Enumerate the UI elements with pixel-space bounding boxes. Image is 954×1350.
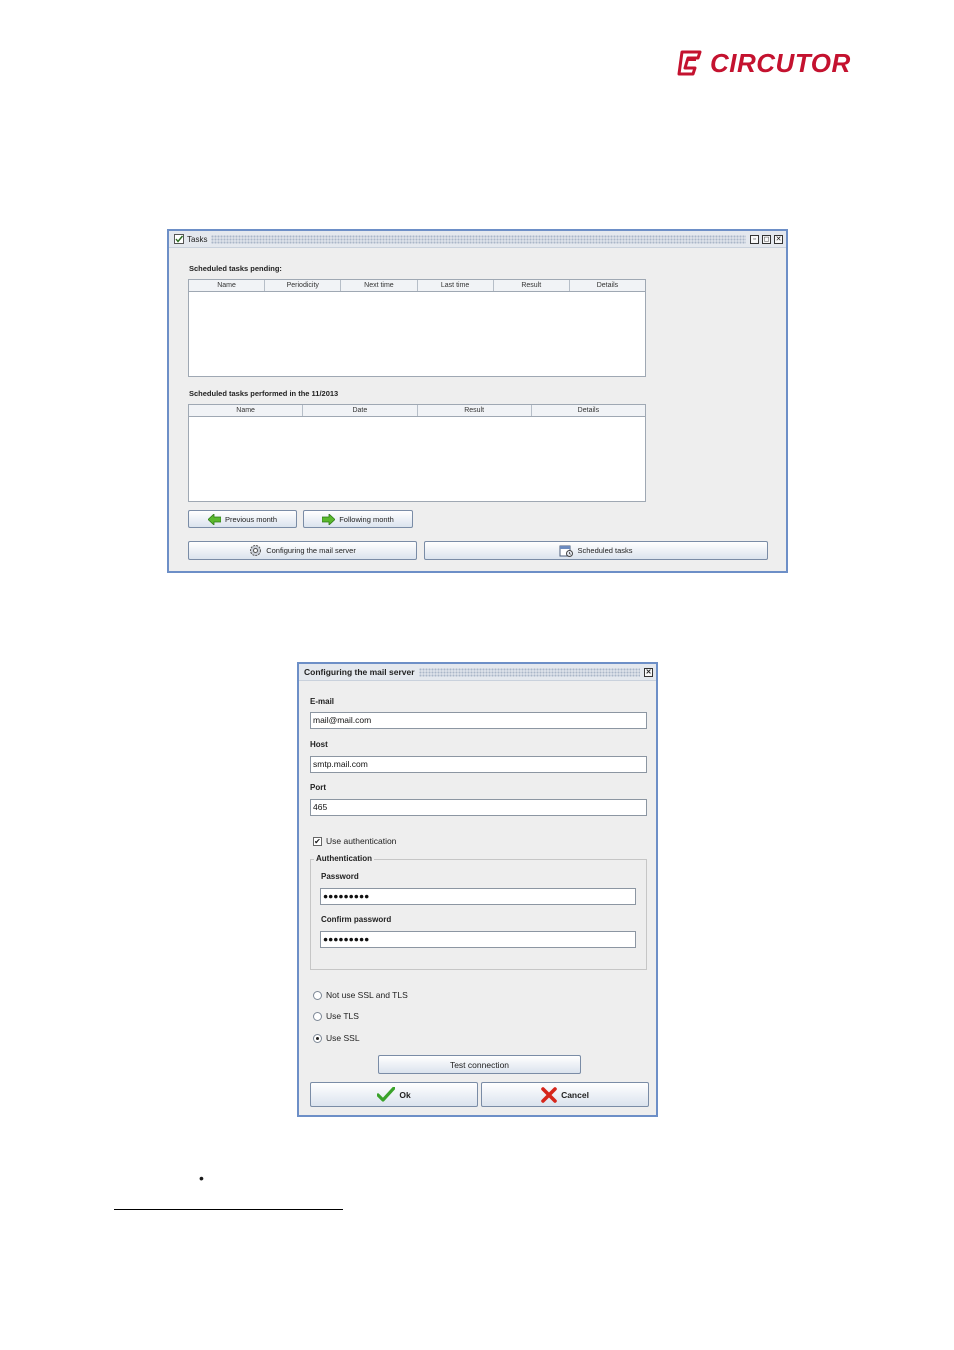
column-header[interactable]: Result bbox=[418, 405, 532, 416]
arrow-left-icon bbox=[207, 513, 221, 525]
cancel-button[interactable]: Cancel bbox=[481, 1082, 649, 1107]
previous-month-button[interactable]: Previous month bbox=[188, 510, 297, 528]
ok-button[interactable]: Ok bbox=[310, 1082, 478, 1107]
test-connection-label: Test connection bbox=[449, 1059, 510, 1070]
column-header[interactable]: Periodicity bbox=[265, 280, 342, 291]
pending-table[interactable]: Name Periodicity Next time Last time Res… bbox=[188, 279, 646, 377]
confirm-password-field[interactable]: ●●●●●●●●● bbox=[320, 931, 636, 948]
titlebar-texture bbox=[211, 234, 746, 244]
column-header[interactable]: Details bbox=[532, 405, 645, 416]
circutor-logo-icon bbox=[677, 50, 702, 76]
email-field[interactable]: mail@mail.com bbox=[310, 712, 647, 729]
use-authentication-checkbox[interactable]: ✔ bbox=[313, 837, 322, 846]
host-field[interactable]: smtp.mail.com bbox=[310, 756, 647, 773]
maximize-icon[interactable]: ◻ bbox=[762, 234, 771, 244]
titlebar-texture bbox=[418, 667, 640, 677]
radio-use-ssl[interactable] bbox=[313, 1034, 322, 1043]
column-header[interactable]: Date bbox=[303, 405, 418, 416]
radio-no-ssl-tls[interactable] bbox=[313, 991, 322, 1000]
tasks-titlebar[interactable]: Tasks ▫ ◻ ✕ bbox=[169, 231, 786, 248]
arrow-right-icon bbox=[322, 513, 336, 525]
close-icon[interactable]: ✕ bbox=[644, 667, 653, 677]
cancel-label: Cancel bbox=[561, 1089, 589, 1100]
column-header[interactable]: Details bbox=[570, 280, 645, 291]
port-label: Port bbox=[310, 783, 326, 792]
performed-table[interactable]: Name Date Result Details bbox=[188, 404, 646, 502]
brand-name: CIRCUTOR bbox=[710, 47, 851, 78]
mail-dialog-title: Configuring the mail server bbox=[304, 667, 415, 677]
host-label: Host bbox=[310, 740, 328, 749]
configure-mail-server-button[interactable]: Configuring the mail server bbox=[188, 541, 417, 560]
minimize-icon[interactable]: ▫ bbox=[750, 234, 759, 244]
tasks-title: Tasks bbox=[187, 234, 208, 244]
confirm-password-label: Confirm password bbox=[321, 915, 392, 924]
circutor-logo: CIRCUTOR bbox=[676, 47, 851, 79]
use-tls-label[interactable]: Use TLS bbox=[326, 1011, 359, 1021]
pending-table-header: Name Periodicity Next time Last time Res… bbox=[189, 280, 645, 292]
checkmark-icon bbox=[377, 1087, 396, 1102]
authentication-group-title: Authentication bbox=[314, 854, 374, 863]
password-field[interactable]: ●●●●●●●●● bbox=[320, 888, 636, 905]
password-label: Password bbox=[321, 872, 359, 881]
configure-mail-label: Configuring the mail server bbox=[266, 546, 356, 555]
port-field[interactable]: 465 bbox=[310, 799, 647, 816]
column-header[interactable]: Next time bbox=[341, 280, 418, 291]
gear-icon bbox=[250, 545, 262, 556]
close-icon[interactable]: ✕ bbox=[774, 234, 783, 244]
email-label: E-mail bbox=[310, 697, 335, 706]
column-header[interactable]: Result bbox=[494, 280, 570, 291]
column-header[interactable]: Name bbox=[189, 280, 266, 291]
pending-label: Scheduled tasks pending: bbox=[189, 264, 282, 273]
no-ssl-tls-label[interactable]: Not use SSL and TLS bbox=[326, 990, 408, 1000]
use-authentication-label[interactable]: Use authentication bbox=[326, 836, 396, 846]
mail-titlebar[interactable]: Configuring the mail server ✕ bbox=[299, 664, 656, 681]
bullet-point: • bbox=[199, 1170, 204, 1186]
radio-use-tls[interactable] bbox=[313, 1012, 322, 1021]
following-month-button[interactable]: Following month bbox=[303, 510, 413, 528]
scheduled-tasks-label: Scheduled tasks bbox=[577, 546, 633, 555]
scheduled-tasks-button[interactable]: Scheduled tasks bbox=[424, 541, 768, 560]
footnote-rule bbox=[114, 1209, 343, 1210]
column-header[interactable]: Name bbox=[189, 405, 304, 416]
performed-table-header: Name Date Result Details bbox=[189, 405, 645, 417]
mail-server-dialog: Configuring the mail server ✕ E-mail mai… bbox=[297, 662, 658, 1117]
checkbox-icon bbox=[173, 234, 184, 245]
use-ssl-label[interactable]: Use SSL bbox=[326, 1033, 360, 1043]
ok-label: Ok bbox=[399, 1089, 411, 1100]
previous-month-label: Previous month bbox=[224, 514, 278, 524]
tasks-window: Tasks ▫ ◻ ✕ Scheduled tasks pending: Nam… bbox=[167, 229, 788, 573]
test-connection-button[interactable]: Test connection bbox=[378, 1055, 581, 1074]
x-icon bbox=[541, 1086, 557, 1103]
calendar-icon bbox=[559, 545, 574, 557]
performed-label: Scheduled tasks performed in the 11/2013 bbox=[189, 389, 339, 398]
column-header[interactable]: Last time bbox=[418, 280, 494, 291]
following-month-label: Following month bbox=[339, 514, 394, 524]
